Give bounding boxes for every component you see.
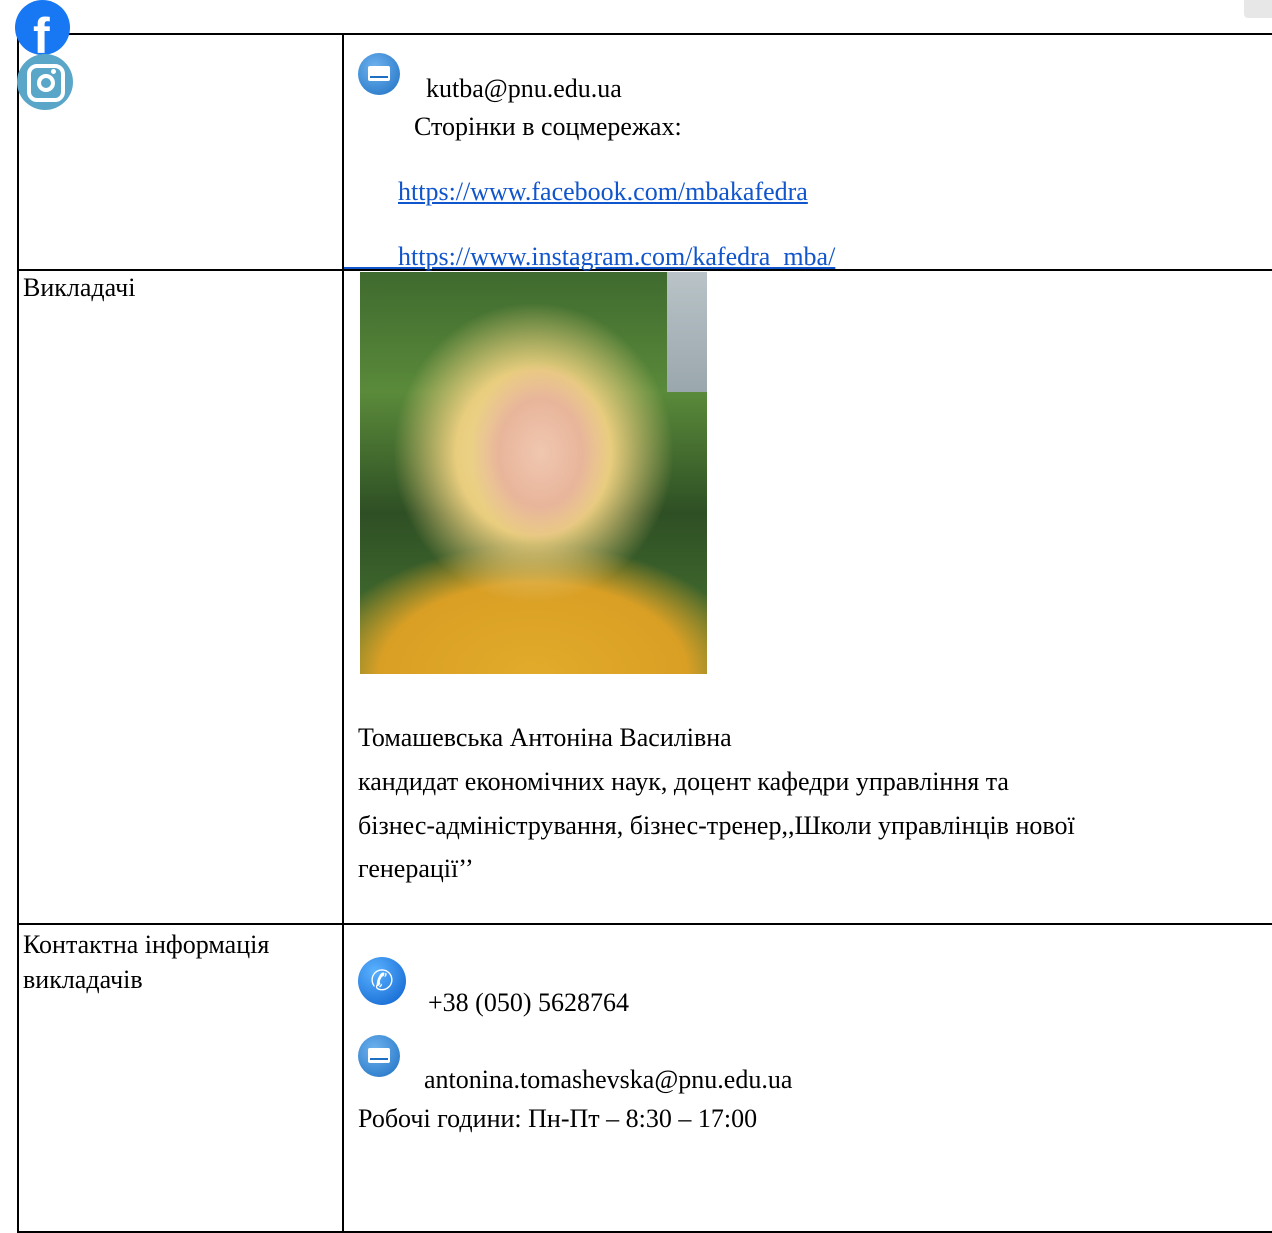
row-department-contacts: kutba@pnu.edu.ua Сторінки в соцмережах: … bbox=[17, 33, 1272, 271]
email-icon bbox=[358, 53, 400, 95]
teacher-position-line-1: кандидат економічних наук, доцент кафедр… bbox=[358, 767, 1009, 796]
department-email[interactable]: kutba@pnu.edu.ua bbox=[426, 71, 622, 107]
teacher-email[interactable]: antonina.tomashevska@pnu.edu.ua bbox=[424, 1062, 792, 1098]
row-teachers: Викладачі Томашевська Антоніна Василівна… bbox=[17, 269, 1272, 925]
cell-teacher-info: Томашевська Антоніна Василівна кандидат … bbox=[342, 269, 1272, 925]
teacher-contacts-label-line-1: Контактна інформація bbox=[23, 930, 270, 959]
teacher-position-line-2: бізнес-адміністрування, бізнес-тренер,,Ш… bbox=[358, 811, 1075, 840]
cell-teachers-label: Викладачі bbox=[17, 269, 344, 925]
social-heading: Сторінки в соцмережах: bbox=[414, 112, 682, 141]
facebook-link[interactable]: https://www.facebook.com/mbakafedra bbox=[398, 174, 808, 210]
corner-mark bbox=[1244, 0, 1272, 18]
teacher-name: Томашевська Антоніна Василівна bbox=[358, 723, 732, 752]
phone-icon: ✆ bbox=[358, 957, 406, 1005]
teachers-label: Викладачі bbox=[23, 273, 136, 302]
course-info-table: kutba@pnu.edu.ua Сторінки в соцмережах: … bbox=[17, 33, 1272, 1233]
instagram-icon[interactable] bbox=[17, 54, 73, 110]
instagram-link[interactable]: https://www.instagram.com/kafedra_mba/ bbox=[398, 239, 835, 275]
facebook-icon[interactable]: f bbox=[15, 0, 70, 55]
cell-teacher-contacts: ✆ +38 (050) 5628764 antonina.tomashevska… bbox=[342, 923, 1272, 1233]
cell-teacher-contacts-label: Контактна інформація викладачів bbox=[17, 923, 344, 1233]
email-icon bbox=[358, 1035, 400, 1077]
cell-department-contacts: kutba@pnu.edu.ua Сторінки в соцмережах: … bbox=[342, 33, 1272, 271]
teacher-photo bbox=[360, 272, 707, 674]
row-teacher-contacts: Контактна інформація викладачів ✆ +38 (0… bbox=[17, 923, 1272, 1233]
teacher-contacts-label-line-2: викладачів bbox=[23, 965, 143, 994]
working-hours: Робочі години: Пн-Пт – 8:30 – 17:00 bbox=[358, 1104, 758, 1133]
teacher-position-line-3: генерації’’ bbox=[358, 854, 474, 883]
teacher-phone[interactable]: +38 (050) 5628764 bbox=[428, 985, 629, 1021]
